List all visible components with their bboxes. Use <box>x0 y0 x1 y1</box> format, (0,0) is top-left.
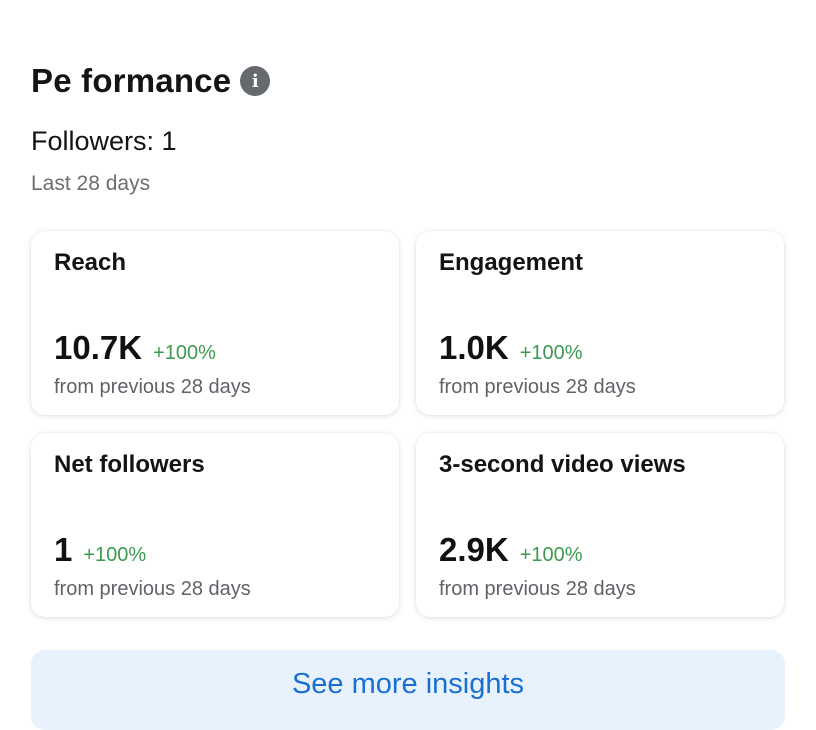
video-views-card[interactable]: 3-second video views 2.9K +100% from pre… <box>416 433 784 617</box>
metric-comparison: from previous 28 days <box>439 376 636 398</box>
metric-change: +100% <box>519 342 583 364</box>
metric-comparison: from previous 28 days <box>54 578 251 600</box>
metric-value: 1 <box>54 531 73 568</box>
metric-change: +100% <box>519 544 583 566</box>
metric-change: +100% <box>83 544 147 566</box>
page-header: Pe formance i <box>31 62 271 100</box>
followers-count: Followers: 1 <box>31 126 177 156</box>
metric-value: 1.0K <box>439 329 509 366</box>
info-icon[interactable]: i <box>240 66 271 96</box>
card-title: 3-second video views <box>439 451 686 478</box>
metric-row: 1.0K +100% <box>439 329 583 367</box>
metric-comparison: from previous 28 days <box>54 376 251 398</box>
see-more-insights-button[interactable]: See more insights <box>31 650 785 730</box>
metric-row: 2.9K +100% <box>439 531 583 569</box>
page-title: Pe formance <box>31 62 232 99</box>
metric-row: 10.7K +100% <box>54 329 216 367</box>
metric-value: 10.7K <box>54 329 143 366</box>
metric-comparison: from previous 28 days <box>439 578 636 600</box>
date-range-label: Last 28 days <box>31 172 151 195</box>
net-followers-card[interactable]: Net followers 1 +100% from previous 28 d… <box>31 433 399 617</box>
card-title: Reach <box>54 249 127 276</box>
reach-card[interactable]: Reach 10.7K +100% from previous 28 days <box>31 231 399 415</box>
metric-value: 2.9K <box>439 531 509 568</box>
card-title: Net followers <box>54 451 205 478</box>
engagement-card[interactable]: Engagement 1.0K +100% from previous 28 d… <box>416 231 784 415</box>
card-title: Engagement <box>439 249 584 276</box>
metric-change: +100% <box>153 342 216 364</box>
metric-row: 1 +100% <box>54 531 146 569</box>
